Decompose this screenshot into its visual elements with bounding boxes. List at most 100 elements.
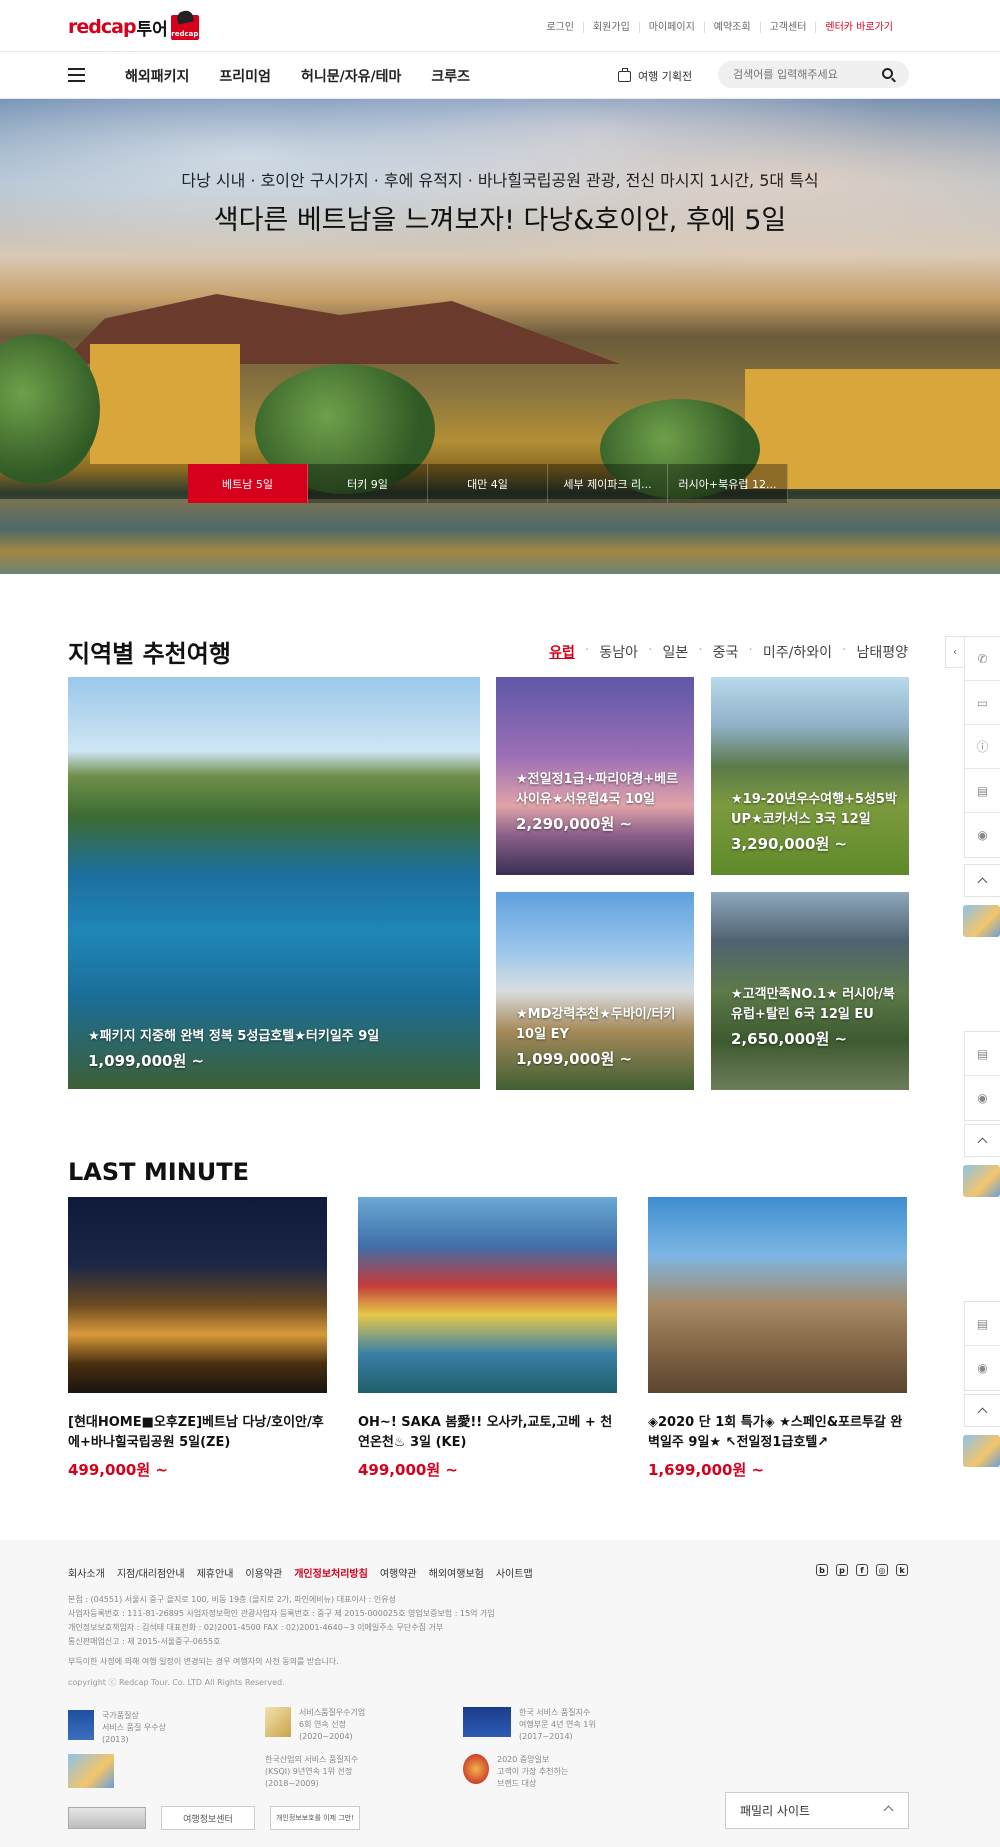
product-card[interactable]: ★고객만족NO.1★ 러시아/북유럽+탈린 6국 12일 EU 2,650,00… (711, 892, 909, 1090)
briefcase-icon (618, 67, 631, 82)
view-icon[interactable]: ◉ (965, 1346, 1000, 1390)
separator: · (648, 642, 653, 658)
card-icon[interactable]: ▤ (965, 769, 1000, 813)
hero-tab-taiwan[interactable]: 대만 4일 (428, 464, 548, 503)
chevron-up-icon (883, 1805, 894, 1816)
product-card-price: 2,650,000원 ~ (731, 1030, 848, 1048)
region-tab-south-pacific[interactable]: 남태평양 (856, 642, 908, 662)
search-icon[interactable] (882, 68, 893, 79)
award-text: (2018~2009) (265, 1779, 319, 1788)
company-info: 본점 : (04551) 서울시 중구 을지로 100, 비동 19층 (을지로… (68, 1593, 495, 1649)
last-minute-item[interactable]: OH~! SAKA 봄愛!! 오사카,교토,고베 + 천연온천♨ 3일 (KE)… (358, 1197, 617, 1480)
hamburger-menu-icon[interactable] (68, 68, 85, 82)
region-tab-america[interactable]: 미주/하와이 (763, 642, 832, 662)
hero-title: 색다른 베트남을 느껴보자! 다낭&호이안, 후에 5일 (213, 205, 787, 236)
phone-icon[interactable]: ✆ (965, 637, 1000, 681)
travel-plan-link[interactable]: 여행 기획전 (618, 67, 692, 84)
privacy-campaign-badge[interactable]: 개인정보보호를 이제 그만! (270, 1806, 360, 1830)
hero-tab-cebu[interactable]: 세부 제이파크 리... (548, 464, 668, 503)
award-badge-icon (963, 1435, 1000, 1467)
last-minute-name[interactable]: OH~! SAKA 봄愛!! 오사카,교토,고베 + 천연온천♨ 3일 (KE) (358, 1413, 617, 1453)
util-mypage-link[interactable]: 마이페이지 (638, 22, 704, 33)
product-card-price: 1,099,000원 ~ (88, 1052, 205, 1070)
last-minute-name[interactable]: ◈2020 단 1회 특가◈ ★스페인&포르투갈 완벽일주 9일★ ↖전일정1급… (648, 1413, 907, 1453)
gnb-item-cruise[interactable]: 크루즈 (431, 66, 470, 86)
util-signup-link[interactable]: 회원가입 (582, 22, 639, 33)
search-input[interactable] (733, 68, 873, 81)
footer-link-partnership[interactable]: 제휴안내 (197, 1565, 234, 1580)
product-card-price: 1,099,000원 ~ (516, 1050, 633, 1068)
product-card-text: ★고객만족NO.1★ 러시아/북유럽+탈린 6국 12일 EU 2,650,00… (731, 985, 901, 1049)
util-login-link[interactable]: 로그인 (537, 22, 583, 33)
gnb-item-honeymoon[interactable]: 허니문/자유/테마 (301, 66, 401, 86)
util-reservation-link[interactable]: 예약조회 (703, 22, 760, 33)
site-logo[interactable]: redcap 투어 redcap (68, 14, 199, 40)
scroll-top-button[interactable] (964, 1124, 1000, 1157)
region-tab-southeast-asia[interactable]: 동남아 (599, 642, 638, 662)
region-tab-japan[interactable]: 일본 (662, 642, 688, 662)
gnb-item-premium[interactable]: 프리미엄 (219, 66, 271, 86)
region-tab-china[interactable]: 중국 (713, 642, 739, 662)
product-card[interactable]: ★MD강력추천★두바이/터키 10일 EY 1,099,000원 ~ (496, 892, 694, 1090)
footer-link-travel-terms[interactable]: 여행약관 (380, 1565, 417, 1580)
award-item: 서비스품질우수기업 6회 연속 선정 (2020~2004) (265, 1707, 365, 1743)
post-icon[interactable]: p (836, 1564, 848, 1576)
hero-banner[interactable]: 다낭 시내 · 호이안 구시가지 · 후에 유적지 · 바나힐국립공원 관광, … (0, 99, 1000, 574)
product-card-price: 3,290,000원 ~ (731, 835, 848, 853)
facebook-icon[interactable]: f (856, 1564, 868, 1576)
hero-tab-turkey[interactable]: 터키 9일 (308, 464, 428, 503)
company-info-line: 본점 : (04551) 서울시 중구 을지로 100, 비동 19층 (을지로… (68, 1595, 396, 1604)
gnb-item-overseas-package[interactable]: 해외패키지 (125, 66, 189, 86)
company-info-line: 개인정보보호책임자 : 김석태 대표전화 : 02)2001-4500 FAX … (68, 1623, 444, 1632)
document-icon[interactable]: ▭ (965, 681, 1000, 725)
hero-house (90, 344, 240, 464)
scroll-top-button[interactable] (964, 1394, 1000, 1427)
footer-link-privacy[interactable]: 개인정보처리방침 (294, 1565, 368, 1580)
award-logo-icon (68, 1710, 94, 1740)
last-minute-item[interactable]: [현대HOME■오후ZE]베트남 다낭/호이안/후에+바나힐국립공원 5일(ZE… (68, 1197, 327, 1480)
kakao-icon[interactable]: k (896, 1564, 908, 1576)
footer-link-company[interactable]: 회사소개 (68, 1565, 105, 1580)
last-minute-name[interactable]: [현대HOME■오후ZE]베트남 다낭/호이안/후에+바나힐국립공원 5일(ZE… (68, 1413, 327, 1453)
info-icon[interactable]: ⓘ (965, 725, 1000, 769)
footer-link-insurance[interactable]: 해외여행보험 (429, 1565, 484, 1580)
award-logo-icon (265, 1707, 291, 1737)
product-card-name: ★패키지 지중해 완벽 정복 5성급호텔★터키일주 9일 (88, 1029, 380, 1044)
last-minute-image[interactable] (358, 1197, 617, 1393)
social-links: b p f ◎ k (808, 1564, 908, 1576)
last-minute-image[interactable] (68, 1197, 327, 1393)
award-badge-icon (963, 905, 1000, 937)
card-icon[interactable]: ▤ (965, 1302, 1000, 1346)
footer-link-branch[interactable]: 지점/대리점안내 (117, 1565, 185, 1580)
quickbar-toggle-icon[interactable]: ‹ (945, 636, 964, 668)
blog-icon[interactable]: b (816, 1564, 828, 1576)
hero-tab-vietnam[interactable]: 베트남 5일 (188, 464, 308, 503)
footer-link-sitemap[interactable]: 사이트맵 (496, 1565, 533, 1580)
footer-link-terms[interactable]: 이용약관 (245, 1565, 282, 1580)
separator: · (748, 642, 753, 658)
hero-tab-russia[interactable]: 러시아+북유럽 12... (668, 464, 788, 503)
view-icon[interactable]: ◉ (965, 1076, 1000, 1120)
card-icon[interactable]: ▤ (965, 1032, 1000, 1076)
last-minute-item[interactable]: ◈2020 단 1회 특가◈ ★스페인&포르투갈 완벽일주 9일★ ↖전일정1급… (648, 1197, 907, 1480)
scroll-top-button[interactable] (964, 864, 1000, 897)
util-customer-center-link[interactable]: 고객센터 (759, 22, 816, 33)
region-tab-europe[interactable]: 유럽 (549, 642, 575, 662)
award-text: 한국 서비스 품질지수 (519, 1708, 591, 1717)
family-site-select[interactable]: 패밀리 사이트 (725, 1792, 909, 1829)
util-rentcar-link[interactable]: 렌터카 바로가기 (815, 22, 902, 33)
product-card-name: ★19-20년우수여행+5성5박UP★코카서스 3국 12일 (731, 792, 897, 827)
footer-nav: 회사소개 지점/대리점안내 제휴안내 이용약관 개인정보처리방침 여행약관 해외… (68, 1565, 545, 1580)
hero-water (0, 499, 1000, 574)
last-minute-price: 499,000원 ~ (358, 1461, 458, 1479)
product-card[interactable]: ★19-20년우수여행+5성5박UP★코카서스 3국 12일 3,290,000… (711, 677, 909, 875)
view-icon[interactable]: ◉ (965, 813, 1000, 857)
product-card[interactable]: ★전일정1급+파리야경+베르사이유★서유럽4국 10일 2,290,000원 ~ (496, 677, 694, 875)
product-card[interactable]: ★패키지 지중해 완벽 정복 5성급호텔★터키일주 9일 1,099,000원 … (68, 677, 480, 1089)
main-nav: 해외패키지 프리미엄 허니문/자유/테마 크루즈 여행 기획전 (0, 52, 1000, 99)
travel-info-center-badge[interactable]: 여행정보센터 (161, 1806, 255, 1830)
award-text: 서비스품질우수기업 (299, 1708, 366, 1717)
award-text: 한국산업의 서비스 품질지수 (265, 1755, 359, 1764)
instagram-icon[interactable]: ◎ (876, 1564, 888, 1576)
last-minute-image[interactable] (648, 1197, 907, 1393)
